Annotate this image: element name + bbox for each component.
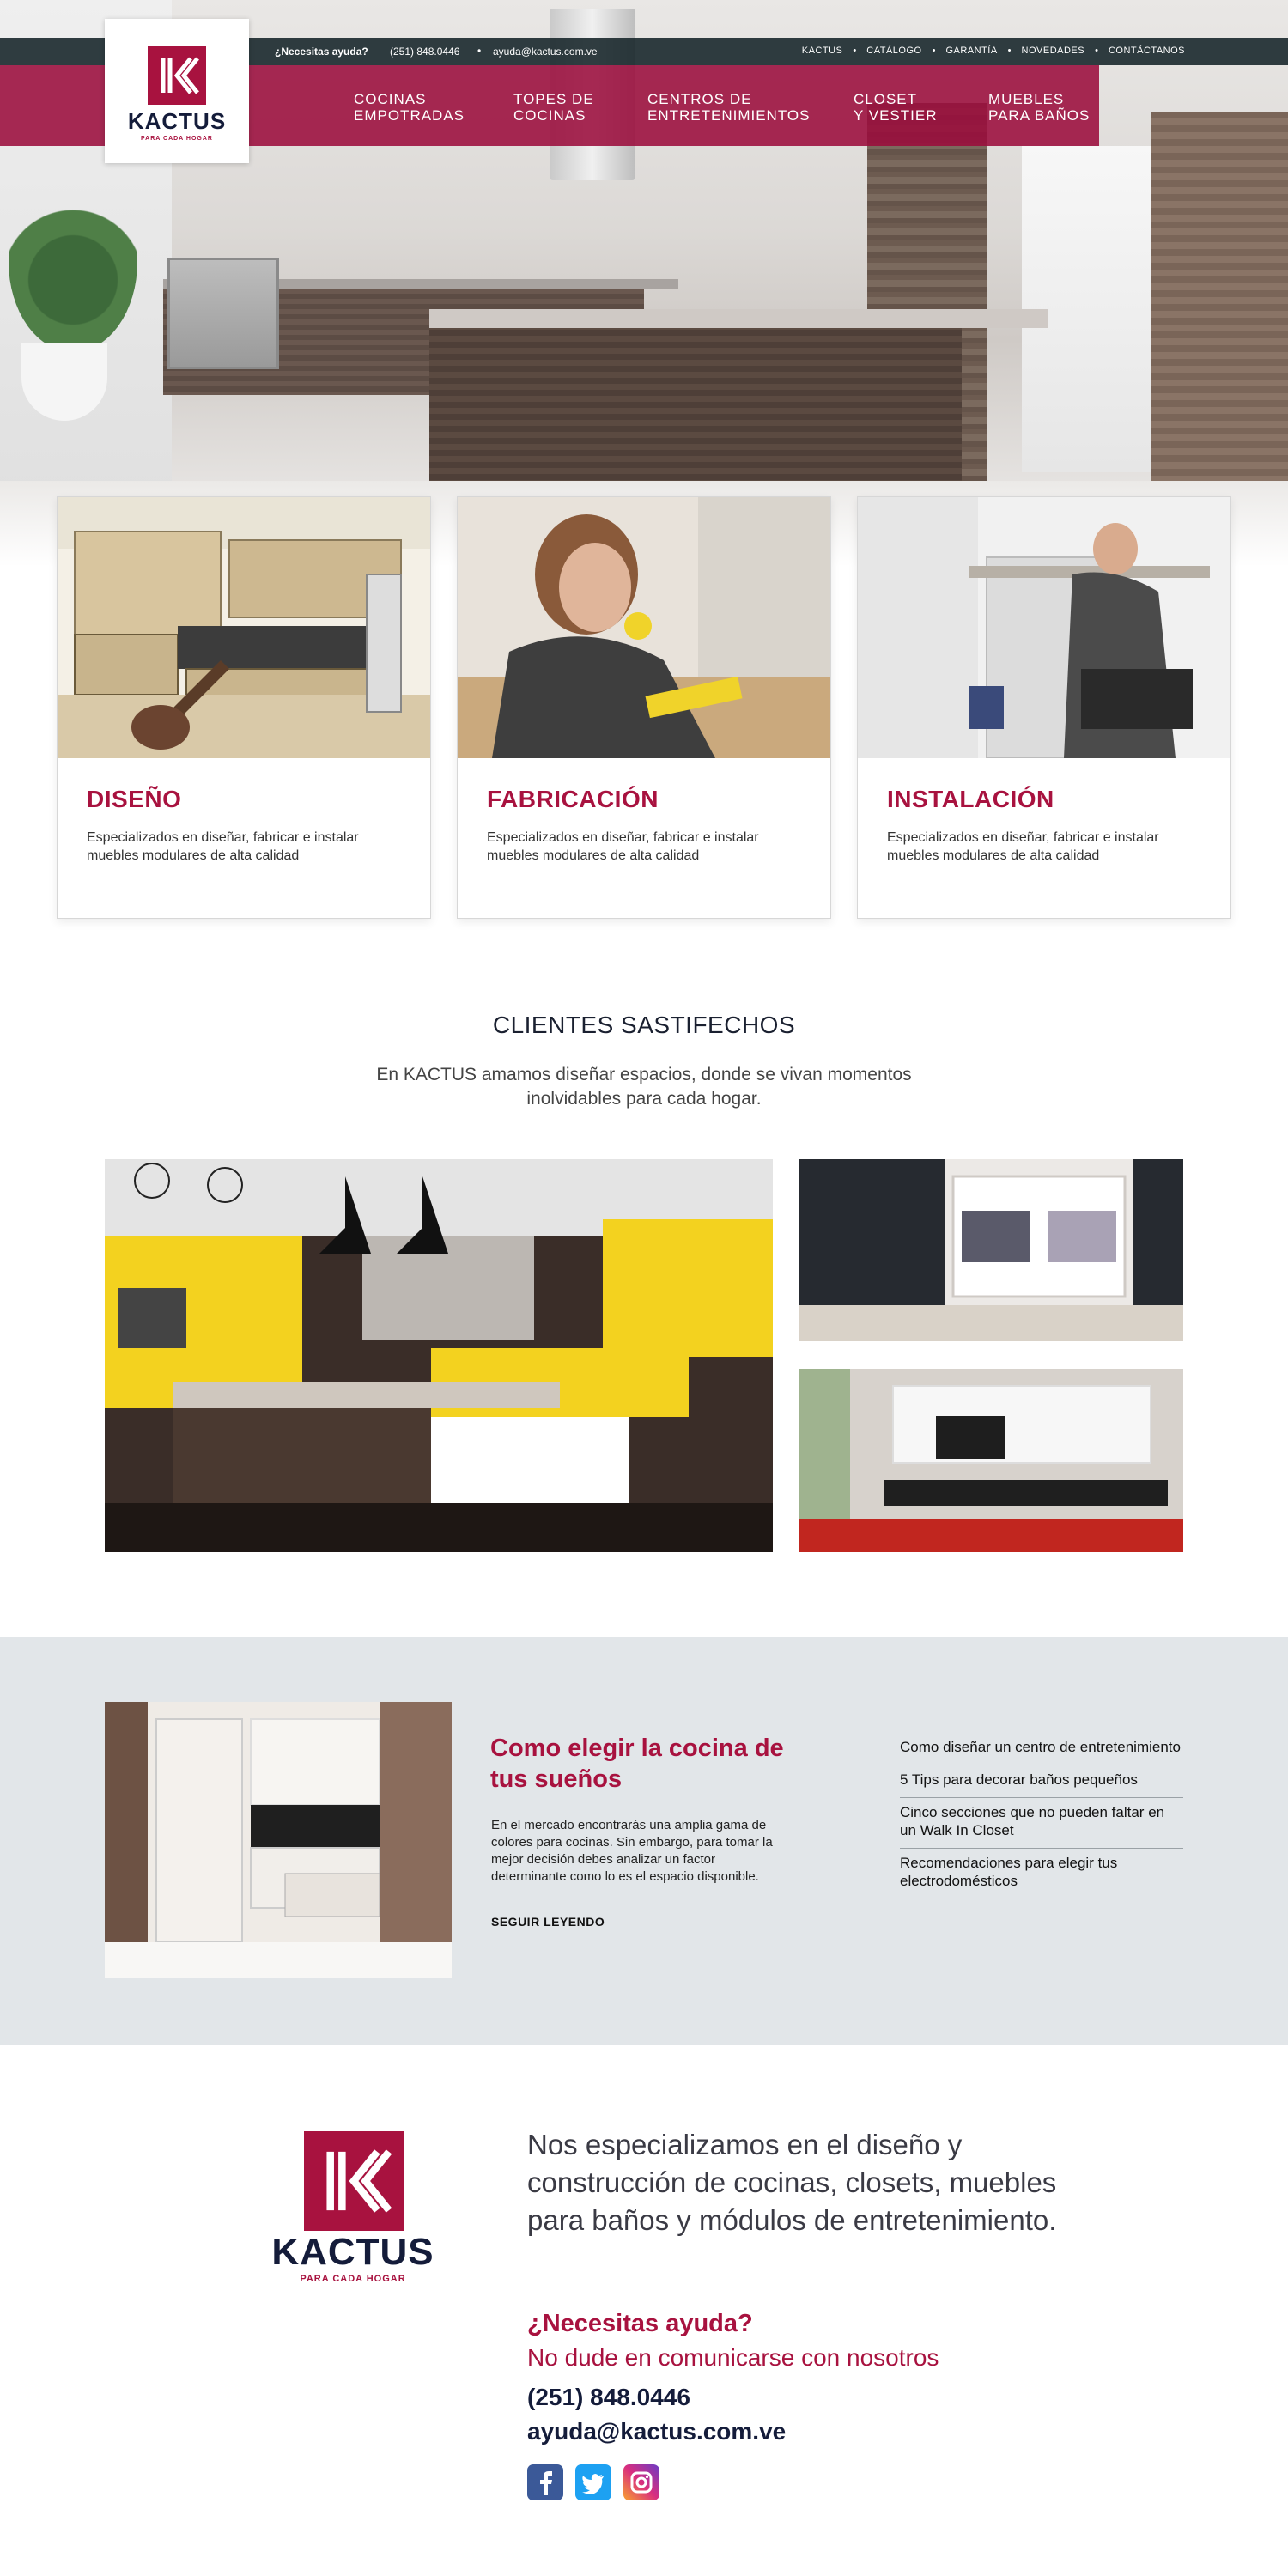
blog-featured-excerpt: En el mercado encontrarás una amplia gam… bbox=[491, 1818, 773, 1884]
service-description: Especializados en diseñar, fabricar e in… bbox=[887, 830, 1159, 863]
separator-dot: • bbox=[1095, 46, 1098, 56]
facebook-icon[interactable] bbox=[527, 2464, 563, 2500]
footer-email[interactable]: ayuda@kactus.com.ve bbox=[527, 2418, 786, 2445]
nav-label-line1: TOPES DE bbox=[513, 91, 594, 107]
gallery-image-yellow-kitchen[interactable] bbox=[105, 1159, 773, 1552]
service-description: Especializados en diseñar, fabricar e in… bbox=[87, 830, 359, 863]
logo-wordmark: KACTUS bbox=[271, 2231, 434, 2273]
twitter-icon[interactable] bbox=[575, 2464, 611, 2500]
service-image-diseno bbox=[58, 497, 430, 758]
instagram-icon[interactable] bbox=[623, 2464, 659, 2500]
nav-cocinas-empotradas[interactable]: COCINAS EMPOTRADAS bbox=[354, 91, 465, 124]
blog-featured-image[interactable] bbox=[105, 1702, 452, 1978]
separator-dot: • bbox=[477, 45, 482, 57]
related-post-link[interactable]: 5 Tips para decorar baños pequeños bbox=[900, 1765, 1183, 1798]
help-label: ¿Necesitas ayuda? bbox=[275, 46, 368, 58]
blog-featured-title[interactable]: Como elegir la cocina de tus sueños bbox=[490, 1733, 799, 1795]
top-phone[interactable]: (251) 848.0446 bbox=[390, 46, 459, 58]
hero-tall-cabinet bbox=[1151, 112, 1288, 507]
related-post-link[interactable]: Recomendaciones para elegir tus electrod… bbox=[900, 1849, 1183, 1899]
read-more-link[interactable]: SEGUIR LEYENDO bbox=[491, 1915, 605, 1929]
service-card-fabricacion[interactable]: FABRICACIÓN Especializados en diseñar, f… bbox=[457, 496, 831, 919]
logo-tagline: PARA CADA HOGAR bbox=[141, 136, 213, 142]
nav-label-line1: MUEBLES bbox=[988, 91, 1065, 107]
nav-centros-de-entretenimientos[interactable]: CENTROS DE ENTRETENIMIENTOS bbox=[647, 91, 810, 124]
toplink-novedades[interactable]: NOVEDADES bbox=[1022, 46, 1085, 56]
gallery-image-entertainment-center[interactable] bbox=[799, 1369, 1183, 1552]
footer-contact-line: No dude en comunicarse con nosotros bbox=[527, 2344, 939, 2371]
kactus-logo-mark-icon bbox=[148, 46, 206, 105]
nav-label-line1: CENTROS DE bbox=[647, 91, 752, 107]
service-card-diseno[interactable]: DISEÑO Especializados en diseñar, fabric… bbox=[57, 496, 431, 919]
service-image-instalacion bbox=[858, 497, 1230, 758]
related-post-link[interactable]: Como diseñar un centro de entretenimient… bbox=[900, 1733, 1183, 1765]
nav-label-line2: EMPOTRADAS bbox=[354, 107, 465, 124]
nav-label-line1: CLOSET bbox=[854, 91, 918, 107]
separator-dot: • bbox=[1007, 46, 1012, 56]
kactus-logo-mark-icon bbox=[304, 2131, 404, 2231]
footer-about-text: Nos especializamos en el diseño y constr… bbox=[527, 2129, 1057, 2236]
toplink-garantia[interactable]: GARANTÍA bbox=[945, 46, 997, 56]
nav-label-line2: PARA BAÑOS bbox=[988, 107, 1091, 124]
top-links: KACTUS • CATÁLOGO • GARANTÍA • NOVEDADES… bbox=[802, 46, 1185, 56]
nav-label-line2: ENTRETENIMIENTOS bbox=[647, 107, 811, 124]
nav-label-line2: COCINAS bbox=[513, 107, 586, 124]
clients-section-title: CLIENTES SASTIFECHOS bbox=[492, 1012, 796, 1038]
separator-dot: • bbox=[853, 46, 857, 56]
hero-oven bbox=[167, 258, 279, 369]
logo-wordmark: KACTUS bbox=[127, 108, 227, 134]
nav-muebles-para-banos[interactable]: MUEBLES PARA BAÑOS bbox=[988, 91, 1090, 124]
hero-island-top bbox=[429, 309, 1048, 328]
service-image-fabricacion bbox=[458, 497, 830, 758]
toplink-contactanos[interactable]: CONTÁCTANOS bbox=[1109, 46, 1185, 56]
logo-tagline: PARA CADA HOGAR bbox=[300, 2274, 406, 2284]
service-description: Especializados en diseñar, fabricar e in… bbox=[487, 830, 759, 863]
header-logo[interactable]: KACTUS PARA CADA HOGAR bbox=[105, 19, 249, 163]
service-card-instalacion[interactable]: INSTALACIÓN Especializados en diseñar, f… bbox=[857, 496, 1231, 919]
service-title: INSTALACIÓN bbox=[887, 786, 1054, 812]
footer-help-heading: ¿Necesitas ayuda? bbox=[527, 2310, 753, 2337]
hero-island bbox=[429, 318, 962, 489]
service-title: DISEÑO bbox=[87, 786, 182, 812]
nav-label-line1: COCINAS bbox=[354, 91, 427, 107]
gallery-image-closet[interactable] bbox=[799, 1159, 1183, 1341]
related-post-link[interactable]: Cinco secciones que no pueden faltar en … bbox=[900, 1798, 1183, 1849]
separator-dot: • bbox=[932, 46, 936, 56]
footer-logo[interactable]: KACTUS PARA CADA HOGAR bbox=[271, 2128, 434, 2284]
footer-phone[interactable]: (251) 848.0446 bbox=[527, 2384, 690, 2411]
clients-section-subtitle: En KACTUS amamos diseñar espacios, donde… bbox=[376, 1065, 912, 1109]
hero-plant bbox=[9, 172, 137, 352]
nav-topes-de-cocinas[interactable]: TOPES DE COCINAS bbox=[513, 91, 594, 124]
service-title: FABRICACIÓN bbox=[487, 786, 659, 812]
nav-closet-y-vestier[interactable]: CLOSET Y VESTIER bbox=[854, 91, 938, 124]
toplink-catalogo[interactable]: CATÁLOGO bbox=[866, 46, 921, 56]
nav-label-line2: Y VESTIER bbox=[854, 107, 938, 124]
related-posts-list: Como diseñar un centro de entretenimient… bbox=[900, 1733, 1183, 1899]
toplink-kactus[interactable]: KACTUS bbox=[802, 46, 843, 56]
top-email[interactable]: ayuda@kactus.com.ve bbox=[493, 46, 598, 58]
